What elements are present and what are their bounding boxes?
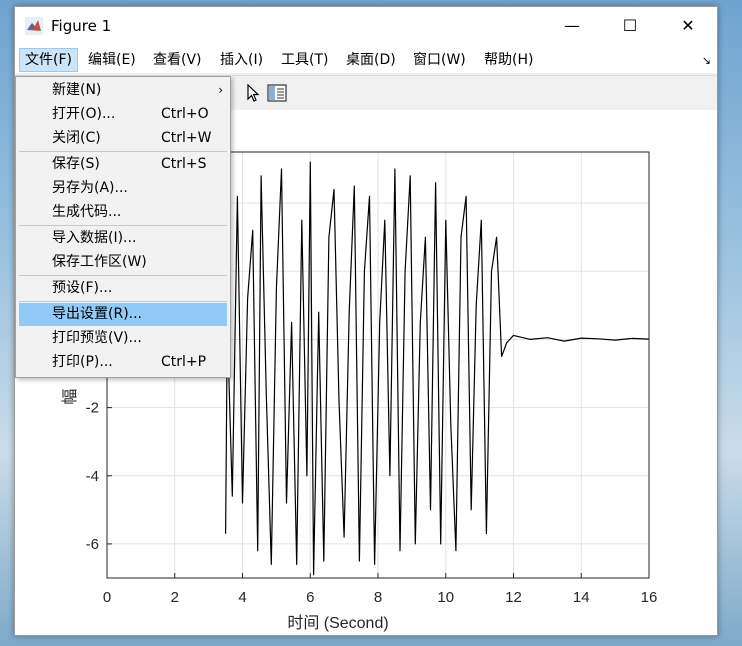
y-tick-label: -4 — [86, 468, 99, 485]
file-menu-dropdown: 新建(N) › 打开(O)... Ctrl+O 关闭(C) Ctrl+W 保存(… — [15, 76, 231, 378]
maximize-button[interactable]: ☐ — [601, 7, 659, 45]
menu-item-preferences[interactable]: 预设(F)... — [19, 277, 227, 300]
menu-desktop[interactable]: 桌面(D) — [341, 49, 401, 71]
shortcut-label: Ctrl+O — [161, 106, 209, 122]
menu-item-print[interactable]: 打印(P)... Ctrl+P — [19, 351, 227, 374]
property-inspector-icon[interactable] — [266, 82, 288, 104]
window-title: Figure 1 — [51, 17, 112, 35]
matlab-icon — [25, 17, 43, 35]
minimize-button[interactable]: — — [543, 7, 601, 45]
x-tick-label: 6 — [306, 589, 314, 606]
y-axis-label: 幅 — [61, 389, 79, 405]
x-tick-label: 4 — [238, 589, 246, 606]
y-tick-label: -6 — [86, 536, 99, 553]
x-tick-label: 0 — [103, 589, 111, 606]
menu-item-close[interactable]: 关闭(C) Ctrl+W — [19, 127, 227, 150]
pointer-icon[interactable] — [241, 82, 263, 104]
menu-insert[interactable]: 插入(I) — [215, 49, 268, 71]
shortcut-label: Ctrl+W — [161, 130, 212, 146]
menu-view[interactable]: 查看(V) — [148, 49, 207, 71]
menu-help[interactable]: 帮助(H) — [479, 49, 538, 71]
submenu-arrow-icon: › — [218, 83, 223, 97]
menu-item-generate-code[interactable]: 生成代码... — [19, 201, 227, 224]
menu-file[interactable]: 文件(F) — [19, 48, 78, 72]
menu-item-save[interactable]: 保存(S) Ctrl+S — [19, 153, 227, 176]
x-tick-label: 10 — [437, 589, 454, 606]
menu-edit[interactable]: 编辑(E) — [83, 49, 141, 71]
x-tick-label: 16 — [641, 589, 658, 606]
x-tick-label: 14 — [573, 589, 590, 606]
x-axis-label: 时间 (Second) — [287, 614, 388, 632]
shortcut-label: Ctrl+S — [161, 156, 207, 172]
menu-item-save-as[interactable]: 另存为(A)... — [19, 177, 227, 200]
menu-separator — [19, 275, 227, 276]
menu-separator — [19, 301, 227, 302]
menu-separator — [19, 225, 227, 226]
menu-item-new[interactable]: 新建(N) › — [19, 79, 227, 102]
menu-bar: 文件(F) 编辑(E) 查看(V) 插入(I) 工具(T) 桌面(D) 窗口(W… — [15, 45, 717, 73]
x-tick-label: 2 — [171, 589, 179, 606]
x-tick-label: 8 — [374, 589, 382, 606]
x-tick-label: 12 — [505, 589, 522, 606]
menu-window[interactable]: 窗口(W) — [408, 49, 471, 71]
menu-item-export-setup[interactable]: 导出设置(R)... — [19, 303, 227, 326]
shortcut-label: Ctrl+P — [161, 354, 207, 370]
menu-item-print-preview[interactable]: 打印预览(V)... — [19, 327, 227, 350]
dock-arrow-icon[interactable]: ↘ — [702, 54, 711, 67]
close-button[interactable]: ✕ — [659, 7, 717, 45]
menu-item-save-workspace[interactable]: 保存工作区(W) — [19, 251, 227, 274]
menu-separator — [19, 151, 227, 152]
menu-item-open[interactable]: 打开(O)... Ctrl+O — [19, 103, 227, 126]
y-tick-label: -2 — [86, 400, 99, 417]
title-bar[interactable]: Figure 1 — ☐ ✕ — [15, 7, 717, 45]
menu-tools[interactable]: 工具(T) — [276, 49, 333, 71]
watermark: https://blog.csdn.net/weixin_44871341 — [462, 618, 716, 633]
menu-item-import-data[interactable]: 导入数据(I)... — [19, 227, 227, 250]
